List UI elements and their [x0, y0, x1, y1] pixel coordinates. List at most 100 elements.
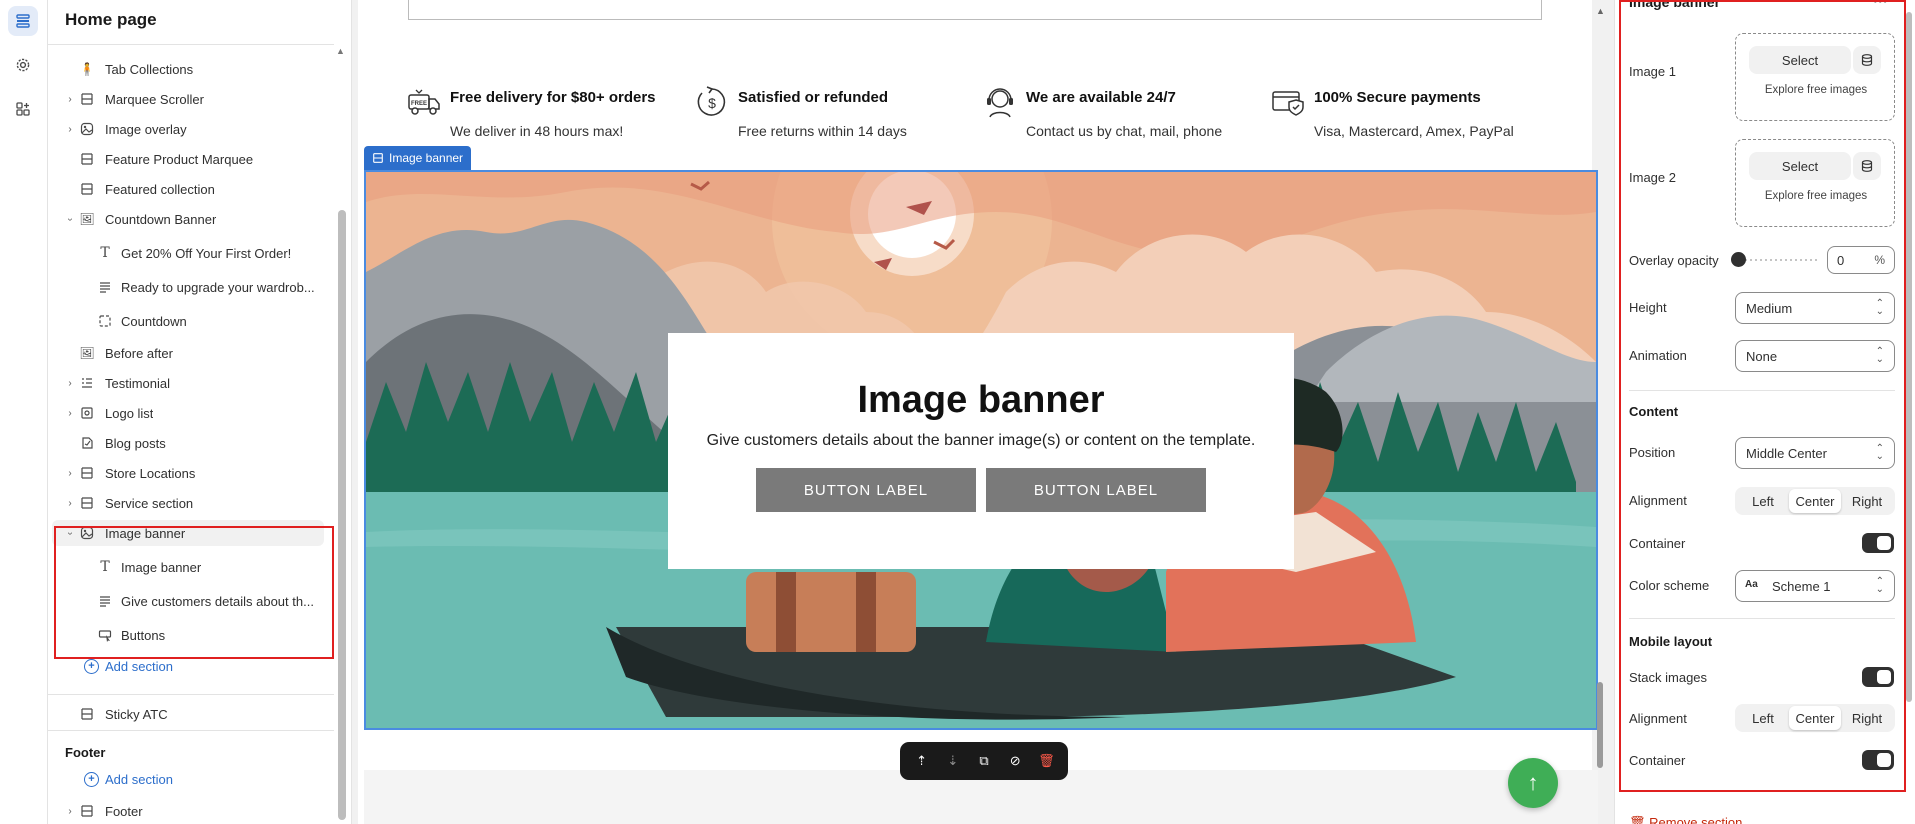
sidebar-item-before-after[interactable]: 🖼 Before after — [48, 340, 334, 366]
canvas-scrollbar[interactable] — [1597, 682, 1603, 768]
sidebar-item-countdown[interactable]: Countdown — [48, 308, 334, 334]
sidebar-item-service-section[interactable]: › Service section — [48, 490, 334, 516]
text-icon: T — [100, 559, 110, 575]
blog-icon — [78, 434, 96, 452]
feature-item: $ Satisfied or refunded Free returns wit… — [694, 84, 954, 144]
sidebar-item-sticky-atc[interactable]: Sticky ATC — [48, 701, 334, 727]
countdown-icon — [96, 312, 114, 330]
section-icon — [78, 90, 96, 108]
chevron-right-icon[interactable]: › — [64, 806, 76, 817]
apps-icon[interactable] — [8, 94, 38, 124]
section-tag[interactable]: Image banner — [364, 146, 472, 170]
feature-item: We are available 24/7 Contact us by chat… — [982, 84, 1252, 144]
section-sidebar: Home page 🧍 Tab Collections › Marquee Sc… — [48, 0, 352, 824]
sidebar-item-tab-collections[interactable]: 🧍 Tab Collections — [48, 56, 334, 82]
sidebar-item-banner-heading[interactable]: T Image banner — [48, 554, 334, 580]
chevron-right-icon[interactable]: › — [64, 468, 76, 479]
support-agent-icon — [987, 88, 1013, 118]
divider — [48, 730, 334, 731]
preview-canvas: FREE Free delivery for $80+ orders We de… — [352, 0, 1605, 824]
logo-list-icon — [78, 404, 96, 422]
paragraph-icon — [96, 278, 114, 296]
move-down-icon[interactable]: ⇣ — [942, 750, 964, 772]
delete-trash-icon[interactable]: 🗑 — [1035, 750, 1057, 772]
secure-card-icon — [1272, 91, 1304, 116]
paragraph-icon — [96, 592, 114, 610]
sections-icon[interactable] — [8, 6, 38, 36]
chevron-down-icon[interactable]: › — [65, 527, 76, 539]
sidebar-item-blog-posts[interactable]: Blog posts — [48, 430, 334, 456]
text-icon: T — [100, 245, 110, 261]
sidebar-item-featured-collection[interactable]: Featured collection — [48, 176, 334, 202]
panel-scrollbar[interactable] — [1906, 12, 1912, 702]
chevron-right-icon[interactable]: › — [64, 408, 76, 419]
countdown-banner-icon: 🖼 — [79, 212, 95, 226]
move-up-icon[interactable]: ⇡ — [911, 750, 933, 772]
sidebar-item-marquee-scroller[interactable]: › Marquee Scroller — [48, 86, 334, 112]
list-icon — [78, 374, 96, 392]
sidebar-item-banner-buttons[interactable]: Buttons — [48, 622, 334, 648]
plus-circle-icon: + — [84, 772, 99, 787]
scroll-top-button[interactable]: ↑ — [1508, 758, 1558, 808]
section-icon — [78, 494, 96, 512]
preview-page: FREE Free delivery for $80+ orders We de… — [358, 0, 1598, 824]
sidebar-item-heading-block[interactable]: T Get 20% Off Your First Order! — [48, 240, 334, 266]
divider — [48, 44, 334, 45]
svg-text:$: $ — [708, 95, 716, 111]
section-icon — [78, 180, 96, 198]
image-icon — [78, 120, 96, 138]
section-icon — [78, 464, 96, 482]
section-icon — [78, 150, 96, 168]
add-section-button[interactable]: + Add section — [84, 659, 173, 674]
sidebar-item-banner-text[interactable]: Give customers details about th... — [48, 588, 334, 614]
sidebar-item-image-overlay[interactable]: › Image overlay — [48, 116, 334, 142]
feature-item: FREE Free delivery for $80+ orders We de… — [406, 84, 676, 144]
scroll-up-icon[interactable]: ▲ — [336, 46, 345, 56]
sidebar-item-countdown-banner[interactable]: › 🖼 Countdown Banner — [48, 206, 334, 232]
image-banner-section[interactable]: Image banner Give customers details abou… — [364, 170, 1598, 730]
footer-heading: Footer — [65, 745, 106, 760]
app-rail — [0, 0, 48, 824]
banner-heading[interactable]: Image banner — [668, 379, 1294, 422]
chevron-right-icon[interactable]: › — [64, 498, 76, 509]
banner-text[interactable]: Give customers details about the banner … — [668, 432, 1294, 450]
sidebar-item-image-banner[interactable]: › Image banner — [52, 520, 324, 546]
sidebar-scrollbar[interactable] — [338, 210, 346, 820]
button-cursor-icon — [96, 626, 114, 644]
tab-collections-icon: 🧍 — [79, 62, 95, 76]
image-icon — [78, 524, 96, 542]
scroll-up-icon[interactable]: ▲ — [1596, 6, 1605, 16]
chevron-right-icon[interactable]: › — [64, 94, 76, 105]
before-after-icon: 🖼 — [79, 346, 95, 360]
sidebar-item-logo-list[interactable]: › Logo list — [48, 400, 334, 426]
page-title: Home page — [65, 10, 157, 29]
plus-circle-icon: + — [84, 659, 99, 674]
settings-gear-icon[interactable] — [8, 50, 38, 80]
sidebar-item-store-locations[interactable]: › Store Locations — [48, 460, 334, 486]
banner-content-box: Image banner Give customers details abou… — [668, 333, 1294, 569]
sidebar-item-feature-product-marquee[interactable]: Feature Product Marquee — [48, 146, 334, 172]
chevron-down-icon[interactable]: › — [65, 213, 76, 225]
feature-item: 100% Secure payments Visa, Mastercard, A… — [1270, 84, 1530, 144]
sidebar-item-text-block[interactable]: Ready to upgrade your wardrob... — [48, 274, 334, 300]
hide-eye-icon[interactable]: ⊘ — [1004, 750, 1026, 772]
footer-add-section-button[interactable]: + Add section — [84, 772, 173, 787]
highlight-box — [1619, 0, 1906, 792]
svg-text:FREE: FREE — [411, 101, 427, 107]
section-icon — [78, 705, 96, 723]
chevron-right-icon[interactable]: › — [64, 378, 76, 389]
banner-button-2[interactable]: BUTTON LABEL — [986, 468, 1206, 512]
delivery-truck-icon: FREE — [408, 89, 440, 115]
section-icon — [78, 802, 96, 820]
section-icon — [373, 153, 383, 163]
banner-button-1[interactable]: BUTTON LABEL — [756, 468, 976, 512]
top-section-outline — [408, 0, 1542, 20]
sidebar-item-footer[interactable]: › Footer — [48, 798, 334, 824]
remove-section-button[interactable]: 🗑 Remove section — [1629, 815, 1742, 824]
duplicate-icon[interactable]: ⧉ — [973, 750, 995, 772]
dollar-refund-icon: $ — [697, 86, 726, 116]
sidebar-item-testimonial[interactable]: › Testimonial — [48, 370, 334, 396]
chevron-right-icon[interactable]: › — [64, 124, 76, 135]
divider — [48, 694, 334, 695]
section-toolbar: ⇡ ⇣ ⧉ ⊘ 🗑 — [900, 742, 1068, 780]
